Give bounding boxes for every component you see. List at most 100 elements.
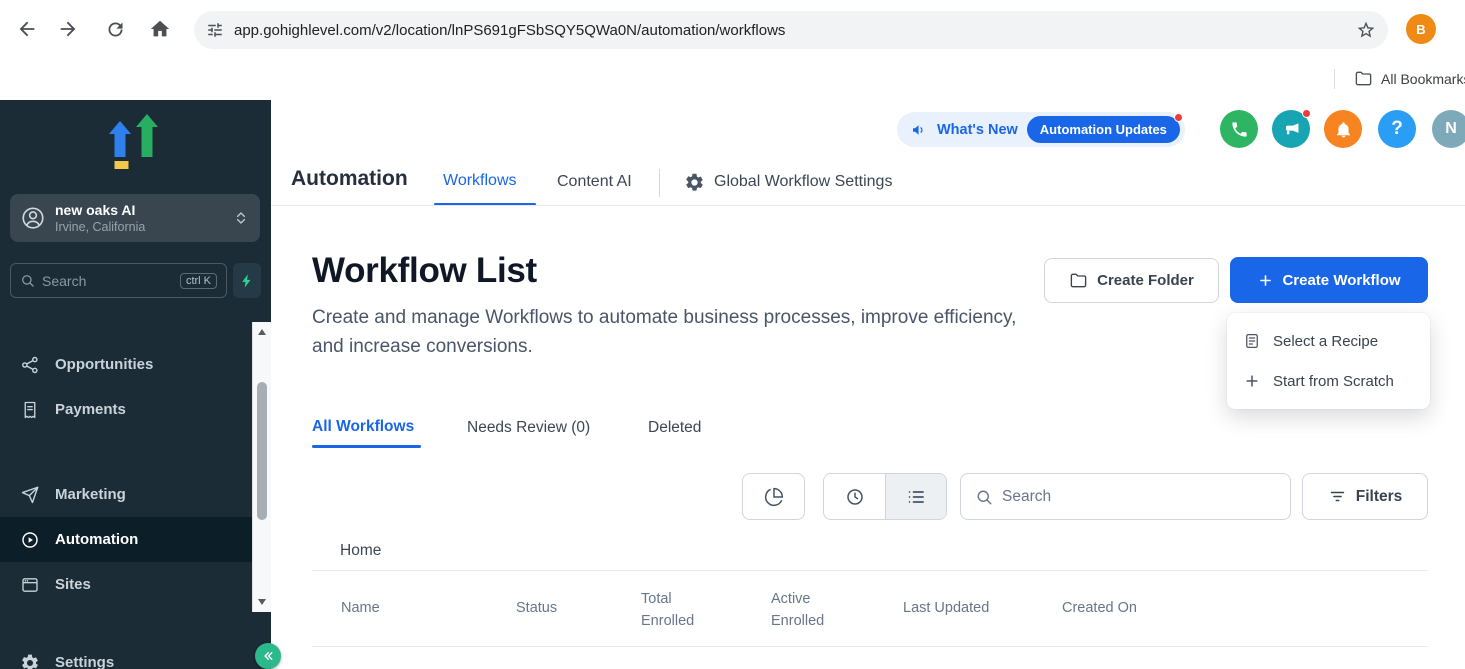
filters-button[interactable]: Filters bbox=[1302, 473, 1428, 520]
workflow-search-input[interactable] bbox=[1002, 488, 1276, 506]
list-view-button[interactable] bbox=[886, 474, 946, 519]
automation-updates-label: Automation Updates bbox=[1040, 122, 1167, 137]
filters-label: Filters bbox=[1356, 488, 1403, 506]
tab-all-workflows-underline bbox=[312, 445, 421, 448]
back-icon[interactable] bbox=[16, 18, 38, 40]
notification-dot bbox=[1174, 113, 1183, 122]
bookmark-star-icon[interactable] bbox=[1356, 20, 1376, 40]
sidebar-item-marketing[interactable]: Marketing bbox=[0, 472, 252, 517]
browser-chrome: app.gohighlevel.com/v2/location/lnPS691g… bbox=[0, 0, 1465, 58]
workflow-table-header: Name Status Total Enrolled Active Enroll… bbox=[312, 570, 1428, 647]
account-icon bbox=[20, 205, 46, 231]
menu-item-select-recipe[interactable]: Select a Recipe bbox=[1227, 321, 1430, 361]
pie-chart-icon bbox=[764, 487, 784, 507]
list-icon bbox=[906, 487, 926, 507]
whats-new-pill[interactable]: What's New Automation Updates bbox=[897, 112, 1185, 147]
create-workflow-label: Create Workflow bbox=[1282, 272, 1400, 289]
tab-workflows[interactable]: Workflows bbox=[443, 172, 517, 190]
phone-button[interactable] bbox=[1220, 110, 1258, 148]
tab-needs-review[interactable]: Needs Review (0) bbox=[467, 419, 590, 437]
menu-item-start-from-scratch[interactable]: Start from Scratch bbox=[1227, 361, 1430, 401]
global-workflow-settings-link[interactable]: Global Workflow Settings bbox=[714, 173, 892, 191]
browser-profile-avatar[interactable]: B bbox=[1406, 14, 1436, 44]
forward-icon[interactable] bbox=[57, 18, 79, 40]
workflow-search[interactable] bbox=[960, 473, 1291, 520]
column-header-status: Status bbox=[516, 600, 557, 616]
sidebar-item-label: Marketing bbox=[55, 486, 126, 503]
sidebar-search-input[interactable] bbox=[42, 273, 173, 289]
column-header-last-updated: Last Updated bbox=[903, 600, 989, 616]
header-border bbox=[271, 205, 1465, 206]
bookmarks-folder-icon[interactable] bbox=[1354, 69, 1373, 88]
breadcrumb-home[interactable]: Home bbox=[340, 542, 381, 560]
phone-icon bbox=[1230, 120, 1249, 139]
bookmarks-label[interactable]: All Bookmarks bbox=[1381, 71, 1465, 87]
sidebar-item-label: Settings bbox=[55, 654, 114, 669]
create-folder-label: Create Folder bbox=[1097, 272, 1194, 289]
help-button[interactable]: ? bbox=[1378, 110, 1416, 148]
column-header-active-enrolled: Active Enrolled bbox=[771, 588, 841, 633]
refresh-icon[interactable] bbox=[105, 19, 126, 40]
sidebar-item-settings[interactable]: Settings bbox=[0, 640, 252, 669]
history-view-button[interactable] bbox=[824, 474, 885, 519]
whats-new-icon bbox=[910, 121, 928, 139]
enrollment-history-button[interactable] bbox=[742, 473, 805, 520]
create-workflow-menu: Select a Recipe Start from Scratch bbox=[1227, 313, 1430, 409]
plus-icon bbox=[1243, 372, 1261, 390]
search-icon bbox=[20, 273, 35, 288]
sidebar-item-sites[interactable]: Sites bbox=[0, 562, 252, 607]
whats-new-label: What's New bbox=[937, 122, 1018, 138]
tab-deleted[interactable]: Deleted bbox=[648, 419, 701, 437]
view-toggle-group bbox=[823, 473, 947, 520]
url-text: app.gohighlevel.com/v2/location/lnPS691g… bbox=[234, 22, 785, 39]
user-avatar[interactable]: N bbox=[1432, 110, 1465, 148]
sidebar-item-opportunities[interactable]: Opportunities bbox=[0, 342, 252, 387]
gohighlevel-logo[interactable] bbox=[103, 113, 167, 171]
menu-item-label: Start from Scratch bbox=[1273, 373, 1394, 390]
sidebar-search[interactable]: ctrl K bbox=[10, 263, 227, 298]
home-icon[interactable] bbox=[149, 18, 171, 40]
sidebar-collapse-button[interactable] bbox=[255, 643, 281, 669]
automation-icon bbox=[20, 530, 40, 550]
page-title: Workflow List bbox=[312, 251, 537, 291]
sidebar-item-label: Sites bbox=[55, 576, 91, 593]
location-selector[interactable]: new oaks AI Irvine, California bbox=[10, 194, 260, 242]
sidebar-scrollbar[interactable] bbox=[252, 322, 271, 612]
create-folder-button[interactable]: Create Folder bbox=[1044, 258, 1219, 303]
sidebar-item-payments[interactable]: Payments bbox=[0, 387, 252, 432]
create-workflow-button[interactable]: Create Workflow bbox=[1230, 257, 1428, 303]
page-subtitle: Create and manage Workflows to automate … bbox=[312, 303, 1017, 362]
marketing-icon bbox=[20, 485, 40, 505]
help-label: ? bbox=[1391, 118, 1403, 140]
tab-content-ai[interactable]: Content AI bbox=[557, 173, 632, 191]
scroll-up-arrow[interactable] bbox=[258, 329, 266, 335]
chevron-updown-icon bbox=[232, 209, 250, 227]
sidebar-item-label: Opportunities bbox=[55, 356, 153, 373]
gear-icon bbox=[20, 653, 40, 669]
sidebar-item-label: Automation bbox=[55, 531, 138, 548]
notification-dot bbox=[1302, 109, 1311, 118]
sidebar-item-label: Payments bbox=[55, 401, 126, 418]
global-settings-gear-icon[interactable] bbox=[684, 172, 705, 193]
quick-actions-button[interactable] bbox=[233, 263, 261, 298]
location-subtitle: Irvine, California bbox=[55, 220, 223, 234]
tab-all-workflows[interactable]: All Workflows bbox=[312, 418, 414, 436]
automation-updates-badge[interactable]: Automation Updates bbox=[1027, 116, 1180, 143]
sites-icon bbox=[20, 575, 40, 595]
bell-icon bbox=[1334, 120, 1353, 139]
header-divider bbox=[659, 169, 660, 197]
notifications-button[interactable] bbox=[1324, 110, 1362, 148]
clock-icon bbox=[845, 487, 865, 507]
plus-icon bbox=[1257, 272, 1274, 289]
scrollbar-thumb[interactable] bbox=[257, 382, 267, 520]
page-section-title: Automation bbox=[291, 167, 408, 191]
url-bar[interactable]: app.gohighlevel.com/v2/location/lnPS691g… bbox=[194, 11, 1388, 49]
sidebar-item-automation[interactable]: Automation bbox=[0, 517, 252, 562]
site-settings-icon[interactable] bbox=[206, 21, 224, 39]
lightning-icon bbox=[239, 273, 255, 289]
scroll-down-arrow[interactable] bbox=[258, 599, 266, 605]
bookmarks-bar: All Bookmarks bbox=[0, 58, 1465, 100]
avatar-initial: N bbox=[1445, 120, 1457, 138]
announcements-button[interactable] bbox=[1272, 110, 1310, 148]
column-header-total-enrolled: Total Enrolled bbox=[641, 588, 711, 633]
